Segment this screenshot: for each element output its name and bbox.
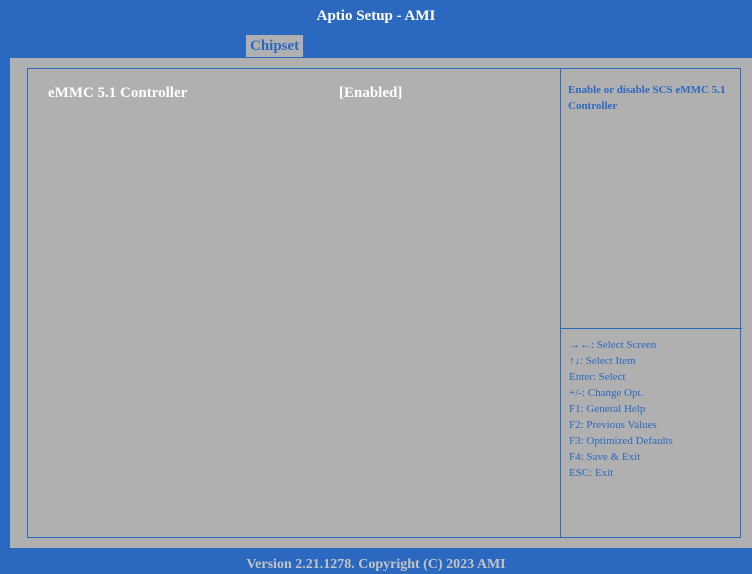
main-panel: eMMC 5.1 Controller [Enabled] Enable or … [10, 58, 752, 548]
key-help-esc-exit: ESC: Exit [569, 467, 614, 479]
tab-chipset[interactable]: Chipset [246, 35, 304, 57]
key-help-general-help: F1: General Help [569, 403, 646, 415]
panel-divider-horizontal [560, 328, 742, 329]
key-help-select-item: ↑↓: Select Item [569, 355, 636, 367]
emmc-controller-value[interactable]: [Enabled] [339, 85, 402, 102]
key-help-save-exit: F4: Save & Exit [569, 451, 641, 463]
key-help-previous-values: F2: Previous Values [569, 419, 657, 431]
content-frame: eMMC 5.1 Controller [Enabled] Enable or … [27, 68, 742, 538]
key-help-enter: Enter: Select [569, 371, 626, 383]
key-help-list: →←: Select Screen ↑↓: Select Item Enter:… [569, 337, 739, 481]
key-help-change-opt: +/-: Change Opt. [569, 387, 644, 399]
item-help-text: Enable or disable SCS eMMC 5.1 Controlle… [568, 84, 726, 112]
key-help-select-screen: →←: Select Screen [569, 339, 657, 351]
panel-divider-vertical [560, 69, 561, 537]
tab-bar: Chipset [0, 33, 752, 58]
key-help-optimized-defaults: F3: Optimized Defaults [569, 435, 673, 447]
emmc-controller-label[interactable]: eMMC 5.1 Controller [48, 85, 187, 102]
window-title: Aptio Setup - AMI [0, 0, 752, 33]
version-footer: Version 2.21.1278. Copyright (C) 2023 AM… [0, 548, 752, 574]
